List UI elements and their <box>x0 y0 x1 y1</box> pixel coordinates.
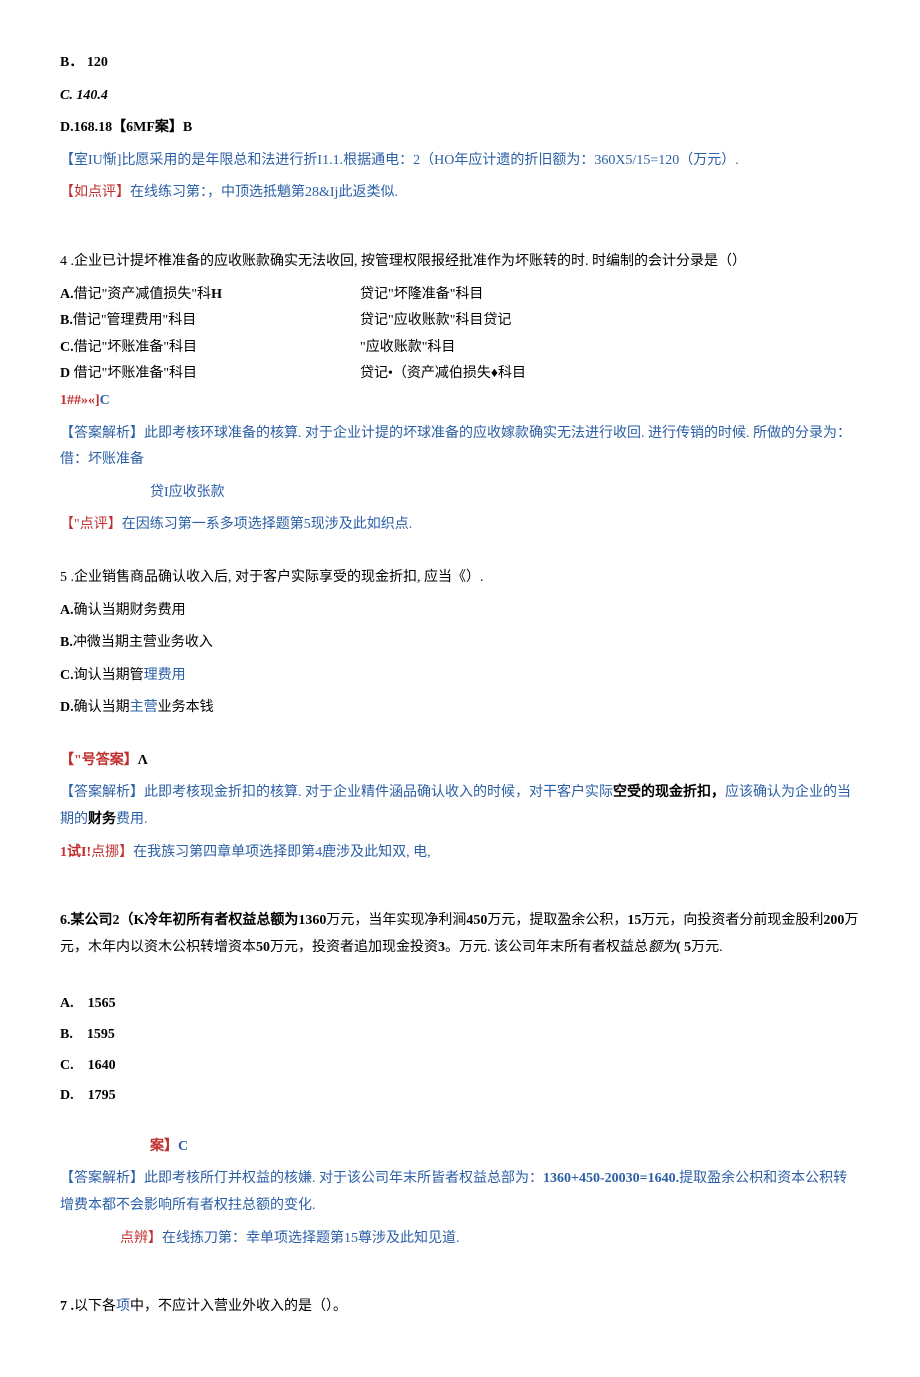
q6-answer: 案】C <box>60 1134 860 1161</box>
q6-option-b: B. 1595 <box>60 1022 860 1049</box>
q3-option-d-answer: D.168.18【6MF案】B <box>60 115 860 142</box>
q4-option-b: B.借记"管理费用"科目 贷记"应收账款"科目贷记 <box>60 308 860 335</box>
q4-analysis-line2: 贷I应收张款 <box>60 480 860 507</box>
q6-option-d: D. 1795 <box>60 1083 860 1110</box>
q6-analysis-label: 【答案解析】 <box>60 1171 144 1186</box>
q5-answer: 【"号答案】Λ <box>60 748 860 775</box>
q6-option-a: A. 1565 <box>60 991 860 1018</box>
q7-stem: 7 .以下各项中，不应计入营业外收入的是（）。 <box>60 1294 860 1321</box>
q3-option-c: C. 140.4 <box>60 83 860 110</box>
q6-comment: 点辨】在线拣刀第：幸单项选择题第15尊涉及此知见道. <box>60 1226 860 1253</box>
q3-comment-label: 【如点评】 <box>60 185 130 200</box>
q4-answer: 1##»«]C <box>60 388 860 415</box>
q6-analysis: 【答案解析】此即考核所仃并权益的核嫌. 对于该公司年末所皆者权益总部为：1360… <box>60 1166 860 1219</box>
q3-analysis-label: 【室IU惭] <box>60 153 121 168</box>
q4-comment-label: 【"点评】 <box>60 517 122 532</box>
q4-option-a: A.A.借记"资产减值损失"科H借记"资产减值损失"科H 贷记"坏隆准备"科目 <box>60 282 860 309</box>
q4-option-d: D 借记"坏账准备"科目 贷记•（资产减伯损失♦科目 <box>60 361 860 388</box>
q5-option-c: C.询认当期管理费用 <box>60 663 860 690</box>
q4-comment: 【"点评】在因练习第一系多项选择题第5现涉及此如织点. <box>60 512 860 539</box>
q5-option-b: B.冲微当期主营业务收入 <box>60 630 860 657</box>
q5-comment: 1试I!点挪】在我族习第四章单项选择即第4鹿涉及此知双, 电, <box>60 840 860 867</box>
q5-analysis: 【答案解析】此即考核现金折扣的核算. 对于企业精件涵品确认收入的时候，对干客户实… <box>60 780 860 833</box>
q4-option-c: C.借记"坏账准备"科目 "应收账款"科目 <box>60 335 860 362</box>
q5-option-a: A.确认当期财务费用 <box>60 598 860 625</box>
q5-option-d: D.确认当期主营业务本钱 <box>60 695 860 722</box>
q4-stem: 4 .企业已计提坏椎准备的应收账款确实无法收回, 按管理权限报经批准作为坏账转的… <box>60 249 860 276</box>
q6-stem: 6.某公司2（K冷年初所有者权益总额为1360万元，当年实现净利涧450万元，提… <box>60 908 860 961</box>
q6-option-c: C. 1640 <box>60 1053 860 1080</box>
q4-analysis-label: 【答案解析】 <box>60 426 144 441</box>
q5-analysis-label: 【答案解析】 <box>60 785 144 800</box>
q5-stem: 5 .企业销售商品确认收入后, 对于客户实际享受的现金折扣, 应当《）. <box>60 565 860 592</box>
q4-analysis: 【答案解析】此即考核环球准备的核算. 对于企业计提的坏球准备的应收嫁款确实无法进… <box>60 421 860 474</box>
q3-comment: 【如点评】在线练习第：，中顶选抵魈第28&Ij此返类似. <box>60 180 860 207</box>
q3-option-b: B． 120 <box>60 50 860 77</box>
q3-analysis: 【室IU惭]比愿采用的是年限总和法进行折I1.1.根据通电：2（HO年应计遗的折… <box>60 148 860 175</box>
